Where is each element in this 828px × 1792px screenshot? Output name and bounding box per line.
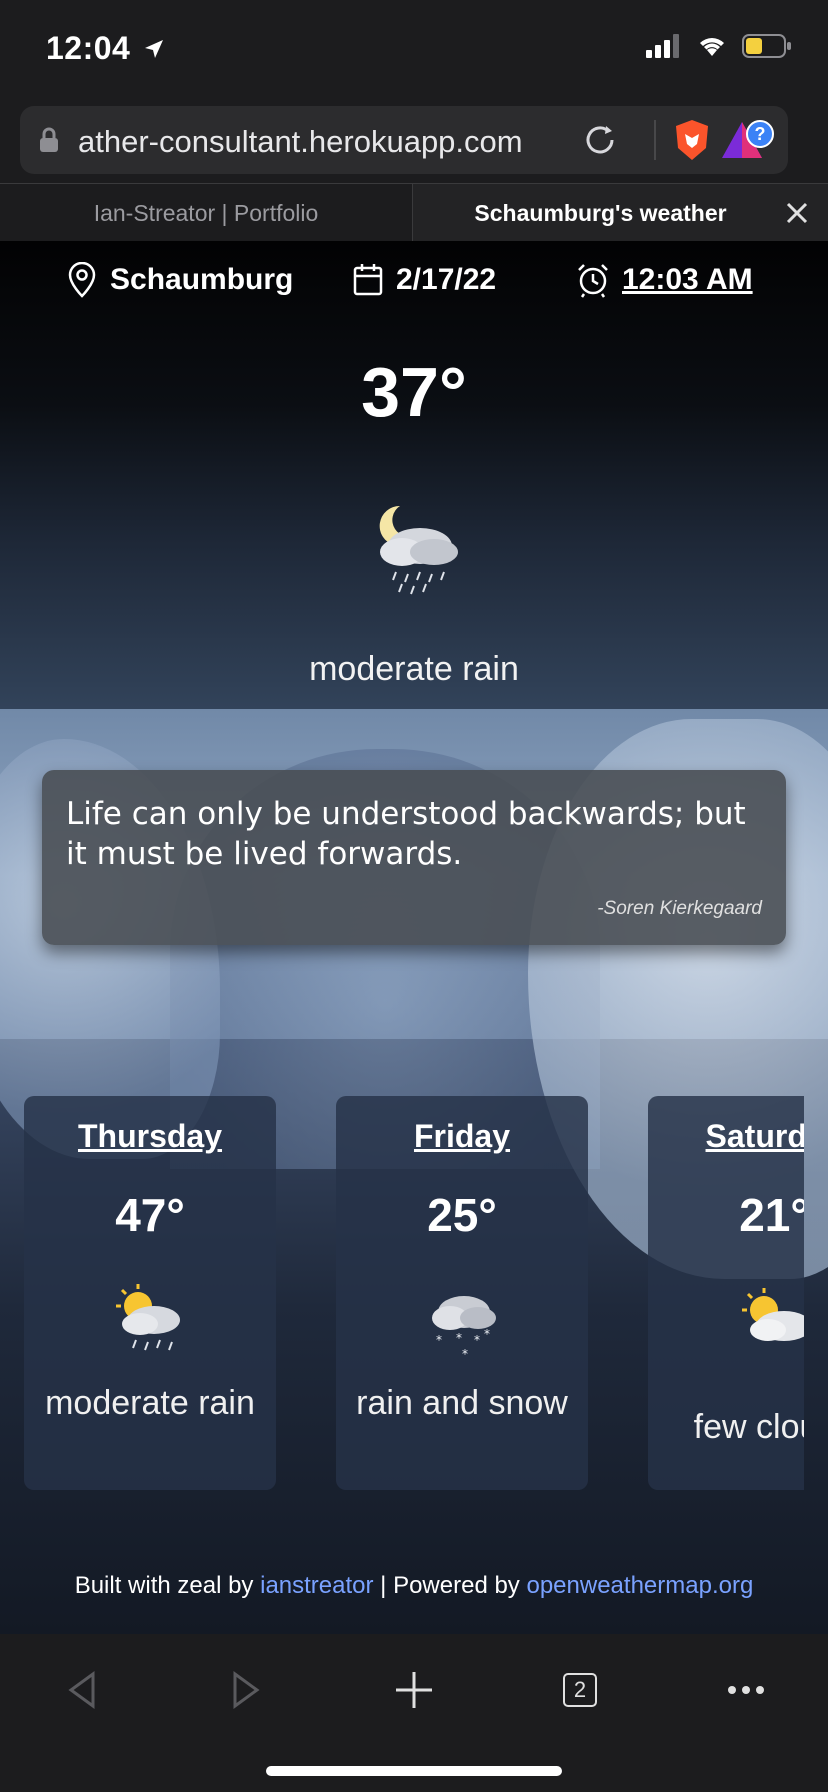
time[interactable]: 12:03 AM — [576, 262, 753, 298]
forward-button[interactable] — [216, 1660, 276, 1720]
forecast-card-saturday: Saturday 21° few clouds — [648, 1096, 804, 1490]
tab-strip: Ian-Streator | Portfolio Schaumburg's we… — [0, 183, 828, 242]
tab-count-badge: 2 — [563, 1673, 597, 1707]
tab-count: 2 — [573, 1677, 587, 1702]
forecast-row[interactable]: Thursday 47° moderate rain Friday 25° * *… — [0, 1096, 804, 1490]
tab-portfolio[interactable]: Ian-Streator | Portfolio — [0, 184, 413, 242]
tab-weather[interactable]: Schaumburg's weather — [413, 184, 828, 242]
svg-text:*: * — [436, 1333, 442, 1347]
location-text: Schaumburg — [110, 263, 294, 296]
current-description: moderate rain — [309, 650, 519, 688]
svg-text:*: * — [462, 1347, 468, 1361]
close-icon[interactable] — [784, 200, 810, 226]
status-time: 12:04 — [46, 30, 166, 67]
tab-label: Ian-Streator | Portfolio — [93, 199, 319, 226]
reload-icon[interactable] — [582, 122, 618, 158]
forecast-temp: 25° — [427, 1189, 497, 1241]
forecast-day: Thursday — [77, 1118, 223, 1154]
forecast-day: Saturday — [705, 1118, 804, 1154]
clock-text: 12:04 — [46, 30, 131, 66]
date: 2/17/22 — [352, 262, 496, 298]
svg-text:*: * — [484, 1327, 490, 1341]
lock-icon — [40, 127, 58, 152]
back-button[interactable] — [52, 1660, 112, 1720]
tab-label: Schaumburg's weather — [474, 199, 727, 226]
api-link[interactable]: openweathermap.org — [526, 1572, 753, 1599]
more-dots-icon — [728, 1686, 764, 1694]
back-arrow-icon — [68, 1671, 95, 1709]
forecast-description: moderate rain — [45, 1384, 255, 1422]
url-divider — [654, 120, 656, 160]
quote-author: -Soren Kierkegaard — [597, 898, 762, 919]
svg-text:*: * — [456, 1331, 462, 1345]
menu-button[interactable] — [716, 1660, 776, 1720]
snow-cloud-icon: * * *** — [432, 1296, 496, 1361]
wifi-icon — [700, 38, 724, 56]
plus-icon — [396, 1672, 432, 1708]
alarm-clock-icon — [578, 264, 608, 298]
date-text: 2/17/22 — [396, 263, 497, 296]
night-rain-cloud-icon — [379, 505, 458, 595]
author-link[interactable]: ianstreator — [260, 1572, 373, 1599]
footer-separator: | Powered by — [373, 1572, 527, 1599]
quote-card: Life can only be understood backwards; b… — [42, 770, 786, 945]
url-text[interactable]: ather-consultant.herokuapp.com — [78, 124, 523, 160]
tabs-button[interactable]: 2 — [550, 1660, 610, 1720]
svg-text:?: ? — [755, 124, 766, 144]
info-row: Schaumburg 2/17/22 12:03 AM — [0, 262, 828, 322]
battery-icon — [742, 34, 791, 58]
svg-text:*: * — [474, 1333, 480, 1347]
forecast-temp: 47° — [115, 1189, 185, 1241]
sun-cloud-icon — [742, 1288, 804, 1341]
quote-text: Life can only be understood backwards; b… — [66, 796, 746, 872]
forecast-day: Friday — [413, 1118, 511, 1154]
footer: Built with zeal by ianstreator | Powered… — [0, 1572, 828, 1600]
address-bar[interactable]: ather-consultant.herokuapp.com ? — [20, 106, 788, 174]
forecast-description: rain and snow — [356, 1384, 568, 1422]
map-pin-icon — [68, 262, 96, 298]
forecast-description: few clouds — [693, 1408, 804, 1446]
new-tab-button[interactable] — [384, 1660, 444, 1720]
cellular-signal-icon — [646, 34, 679, 58]
time-text[interactable]: 12:03 AM — [622, 263, 753, 297]
current-temp: 37° — [361, 353, 467, 431]
calendar-icon — [353, 264, 383, 296]
forecast-temp: 21° — [739, 1189, 804, 1241]
forward-arrow-icon — [233, 1671, 260, 1709]
forecast-card-friday: Friday 25° * * * * * rain and snow — [336, 1096, 588, 1490]
footer-prefix: Built with zeal by — [74, 1572, 261, 1599]
location-arrow-icon — [144, 40, 163, 58]
sun-rain-cloud-icon — [116, 1284, 180, 1351]
status-bar: 12:04 — [0, 0, 828, 100]
forecast-card-thursday: Thursday 47° moderate rain — [24, 1096, 276, 1490]
home-indicator[interactable] — [266, 1766, 562, 1776]
location: Schaumburg — [66, 262, 293, 298]
rewards-triangle-icon[interactable]: ? — [720, 118, 776, 162]
brave-shield-icon[interactable] — [672, 118, 712, 162]
status-icons — [646, 34, 792, 58]
